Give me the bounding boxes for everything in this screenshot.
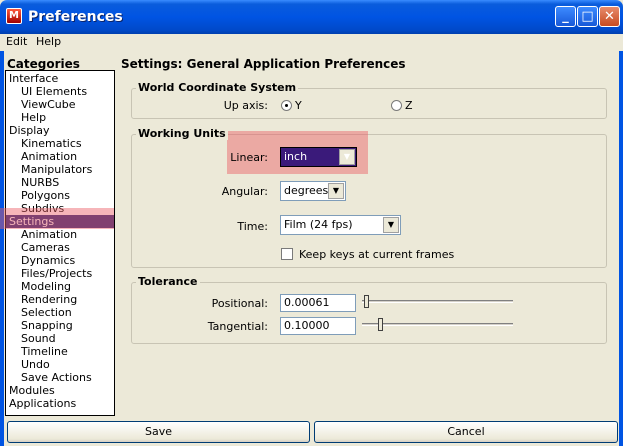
chevron-down-icon: ▼ xyxy=(339,149,355,165)
category-item[interactable]: ViewCube xyxy=(6,98,114,111)
world-coordinate-label: World Coordinate System xyxy=(136,81,299,94)
title-bar[interactable]: M Preferences _ □ ✕ xyxy=(0,0,623,34)
up-axis-y-radio[interactable] xyxy=(281,100,292,111)
linear-label: Linear: xyxy=(230,151,268,164)
category-item[interactable]: Animation xyxy=(6,150,114,163)
chevron-down-icon: ▼ xyxy=(383,217,399,233)
category-item[interactable]: Kinematics xyxy=(6,137,114,150)
category-item[interactable]: NURBS xyxy=(6,176,114,189)
chevron-down-icon: ▼ xyxy=(328,183,344,199)
window-title: Preferences xyxy=(28,9,123,25)
category-item[interactable]: Display xyxy=(6,124,114,137)
categories-heading: Categories xyxy=(7,57,80,71)
category-item[interactable]: Manipulators xyxy=(6,163,114,176)
up-axis-y-label: Y xyxy=(295,99,302,112)
angular-units-value: degrees xyxy=(284,184,329,197)
positional-slider-handle[interactable] xyxy=(364,295,369,308)
category-item[interactable]: Sound xyxy=(6,332,114,345)
category-item[interactable]: Rendering xyxy=(6,293,114,306)
category-item[interactable]: Timeline xyxy=(6,345,114,358)
time-units-value: Film (24 fps) xyxy=(284,218,353,231)
menu-edit[interactable]: Edit xyxy=(6,35,27,48)
category-item[interactable]: Animation xyxy=(6,228,114,241)
category-item[interactable]: Cameras xyxy=(6,241,114,254)
category-item[interactable]: Interface xyxy=(6,72,114,85)
category-item[interactable]: Selection xyxy=(6,306,114,319)
category-item[interactable]: Undo xyxy=(6,358,114,371)
linear-units-value: inch xyxy=(284,150,308,163)
angular-units-dropdown[interactable]: degrees ▼ xyxy=(280,181,346,201)
minimize-button[interactable]: _ xyxy=(555,6,576,27)
category-item[interactable]: Settings xyxy=(6,215,114,228)
menu-help[interactable]: Help xyxy=(36,35,61,48)
tangential-field[interactable]: 0.10000 xyxy=(280,317,356,335)
time-units-dropdown[interactable]: Film (24 fps) ▼ xyxy=(280,215,401,235)
up-axis-z-radio[interactable] xyxy=(391,100,402,111)
close-button[interactable]: ✕ xyxy=(599,6,620,27)
category-item[interactable]: Modeling xyxy=(6,280,114,293)
maya-app-icon: M xyxy=(6,8,22,24)
positional-slider[interactable] xyxy=(362,300,513,303)
cancel-button[interactable]: Cancel xyxy=(314,421,618,443)
category-item[interactable]: Subdivs xyxy=(6,202,114,215)
maximize-button[interactable]: □ xyxy=(577,6,598,27)
category-item[interactable]: Applications xyxy=(6,397,114,410)
category-item[interactable]: Snapping xyxy=(6,319,114,332)
tangential-slider[interactable] xyxy=(362,323,513,326)
category-item[interactable]: Modules xyxy=(6,384,114,397)
time-label: Time: xyxy=(237,220,268,233)
category-item[interactable]: Files/Projects xyxy=(6,267,114,280)
tangential-slider-handle[interactable] xyxy=(378,318,384,331)
category-item[interactable]: UI Elements xyxy=(6,85,114,98)
categories-list[interactable]: Interface UI Elements ViewCube Help Display K… xyxy=(5,70,115,416)
positional-field[interactable]: 0.00061 xyxy=(280,294,356,312)
category-item[interactable]: Polygons xyxy=(6,189,114,202)
settings-title: Settings: General Application Preference… xyxy=(121,57,406,71)
menu-bar: Edit Help xyxy=(0,34,623,51)
angular-label: Angular: xyxy=(221,185,268,198)
linear-units-dropdown[interactable]: inch ▼ xyxy=(280,147,357,167)
category-item[interactable]: Save Actions xyxy=(6,371,114,384)
tolerance-group xyxy=(131,282,607,344)
up-axis-z-label: Z xyxy=(405,99,413,112)
positional-label: Positional: xyxy=(211,297,268,310)
category-item[interactable]: Dynamics xyxy=(6,254,114,267)
up-axis-label: Up axis: xyxy=(223,99,268,112)
save-button[interactable]: Save xyxy=(7,421,310,443)
tangential-label: Tangential: xyxy=(207,320,268,333)
working-units-label: Working Units xyxy=(136,127,228,140)
keep-keys-label: Keep keys at current frames xyxy=(299,248,455,261)
category-item[interactable]: Help xyxy=(6,111,114,124)
tolerance-label: Tolerance xyxy=(136,275,200,288)
keep-keys-checkbox[interactable] xyxy=(281,248,293,260)
